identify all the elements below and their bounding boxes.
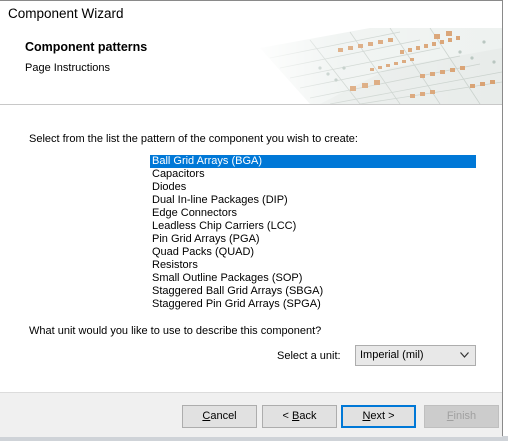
chevron-down-icon	[460, 352, 469, 358]
list-item[interactable]: Ball Grid Arrays (BGA)	[150, 155, 476, 168]
list-item[interactable]: Quad Packs (QUAD)	[150, 246, 476, 259]
component-wizard-dialog: Component Wizard Component patterns Page…	[0, 0, 503, 437]
list-item[interactable]: Leadless Chip Carriers (LCC)	[150, 220, 476, 233]
list-item[interactable]: Pin Grid Arrays (PGA)	[150, 233, 476, 246]
wizard-header: Component patterns Page Instructions	[0, 28, 502, 105]
list-item[interactable]: Capacitors	[150, 168, 476, 181]
list-item[interactable]: Small Outline Packages (SOP)	[150, 272, 476, 285]
list-item[interactable]: Staggered Pin Grid Arrays (SPGA)	[150, 298, 476, 311]
back-label-pre: <	[282, 410, 292, 422]
list-item[interactable]: Resistors	[150, 259, 476, 272]
back-button[interactable]: < Back	[262, 405, 337, 428]
list-item[interactable]: Edge Connectors	[150, 207, 476, 220]
finish-accel-key: F	[446, 410, 454, 422]
unit-label: Select a unit:	[277, 350, 341, 362]
next-button[interactable]: Next >	[341, 405, 416, 428]
cancel-button[interactable]: Cancel	[182, 405, 257, 428]
unit-select[interactable]: Imperial (mil)	[355, 345, 476, 366]
title-bar[interactable]: Component Wizard	[0, 1, 502, 28]
next-label-post: ext >	[370, 410, 395, 422]
list-item[interactable]: Diodes	[150, 181, 476, 194]
back-label-post: ack	[299, 410, 317, 422]
wizard-footer: Cancel < Back Next > Finish	[0, 392, 502, 437]
cancel-label-post: ancel	[210, 410, 237, 422]
list-item[interactable]: Staggered Ball Grid Arrays (SBGA)	[150, 285, 476, 298]
page-subtitle: Page Instructions	[25, 62, 110, 74]
unit-select-value: Imperial (mil)	[360, 349, 424, 361]
window-title: Component Wizard	[8, 6, 124, 21]
page-title: Component patterns	[25, 40, 148, 54]
pcb-artwork	[250, 28, 502, 104]
list-item[interactable]: Dual In-line Packages (DIP)	[150, 194, 476, 207]
pattern-instruction: Select from the list the pattern of the …	[29, 133, 358, 145]
screen: Component Wizard Component patterns Page…	[0, 0, 508, 441]
pattern-listbox[interactable]: Ball Grid Arrays (BGA) Capacitors Diodes…	[150, 155, 476, 318]
wizard-body: Select from the list the pattern of the …	[0, 105, 502, 392]
finish-button[interactable]: Finish	[424, 405, 499, 428]
unit-question: What unit would you like to use to descr…	[29, 325, 322, 337]
finish-label-post: inish	[453, 410, 477, 422]
